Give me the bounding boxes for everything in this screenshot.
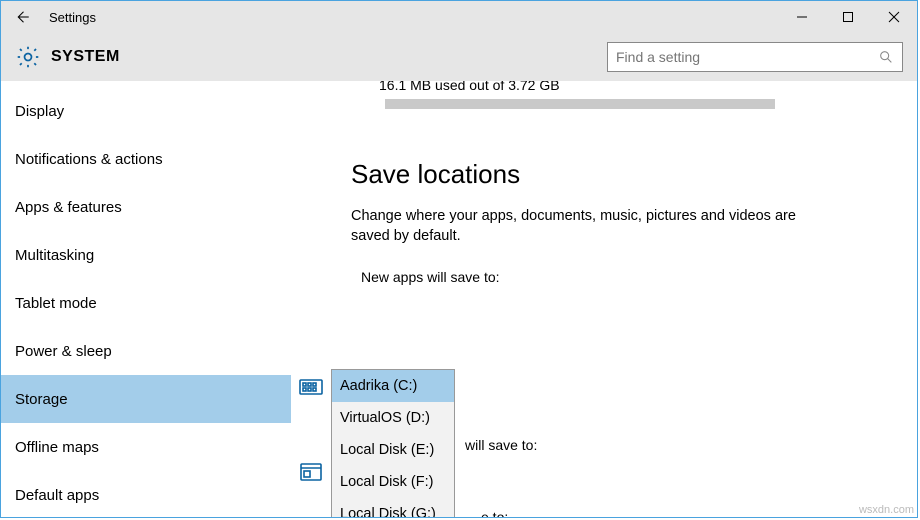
header: SYSTEM <box>1 33 917 81</box>
sidebar-item-storage[interactable]: Storage <box>1 375 291 423</box>
drive-option[interactable]: Local Disk (F:) <box>332 466 454 498</box>
maximize-button[interactable] <box>825 1 871 33</box>
section-title: Save locations <box>351 159 897 190</box>
storage-bar <box>385 99 775 109</box>
sidebar-item-offline-maps[interactable]: Offline maps <box>1 423 291 471</box>
minimize-icon <box>796 11 808 23</box>
documents-icon <box>291 461 331 483</box>
drive-option[interactable]: VirtualOS (D:) <box>332 402 454 434</box>
watermark: wsxdn.com <box>859 504 914 516</box>
sidebar: DisplayNotifications & actionsApps & fea… <box>1 81 291 517</box>
titlebar: Settings <box>1 1 917 33</box>
apps-drive-dropdown[interactable]: Aadrika (C:)VirtualOS (D:)Local Disk (E:… <box>331 369 455 517</box>
gear-icon <box>15 44 41 70</box>
close-icon <box>888 11 900 23</box>
drive-option[interactable]: Local Disk (E:) <box>332 434 454 466</box>
back-button[interactable] <box>1 1 43 33</box>
maximize-icon <box>842 11 854 23</box>
search-icon <box>878 49 894 65</box>
content-area: 16.1 MB used out of 3.72 GB Save locatio… <box>291 81 917 517</box>
header-title: SYSTEM <box>51 48 120 66</box>
search-input[interactable] <box>616 49 878 65</box>
sidebar-item-default-apps[interactable]: Default apps <box>1 471 291 519</box>
close-button[interactable] <box>871 1 917 33</box>
drive-option[interactable]: Local Disk (G:) <box>332 498 454 517</box>
sidebar-item-display[interactable]: Display <box>1 87 291 135</box>
back-arrow-icon <box>13 8 31 26</box>
search-box[interactable] <box>607 42 903 72</box>
window-title: Settings <box>49 10 96 25</box>
sidebar-item-power-sleep[interactable]: Power & sleep <box>1 327 291 375</box>
sidebar-item-notifications-actions[interactable]: Notifications & actions <box>1 135 291 183</box>
sidebar-item-tablet-mode[interactable]: Tablet mode <box>1 279 291 327</box>
minimize-button[interactable] <box>779 1 825 33</box>
apps-icon <box>291 377 331 397</box>
sidebar-item-multitasking[interactable]: Multitasking <box>1 231 291 279</box>
window-controls <box>779 1 917 33</box>
section-subtitle: Change where your apps, documents, music… <box>351 206 801 247</box>
storage-used-text: 16.1 MB used out of 3.72 GB <box>379 81 897 93</box>
apps-save-label: New apps will save to: <box>361 269 897 285</box>
documents-save-label-fragment: will save to: <box>465 437 537 453</box>
music-save-label-fragment: e to: <box>481 509 508 517</box>
sidebar-item-apps-features[interactable]: Apps & features <box>1 183 291 231</box>
drive-option[interactable]: Aadrika (C:) <box>332 370 454 402</box>
